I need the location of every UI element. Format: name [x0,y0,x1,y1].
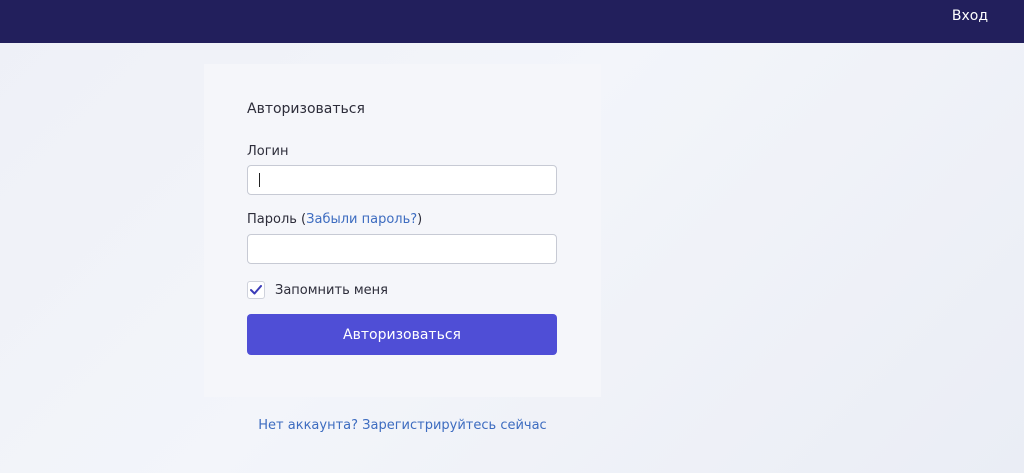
form-title: Авторизоваться [247,101,365,117]
remember-me-label: Запомнить меня [275,282,389,298]
text-cursor [259,173,260,187]
checkmark-icon [250,285,262,295]
login-card: Авторизоваться Логин Пароль (Забыли паро… [204,64,601,397]
submit-button[interactable]: Авторизоваться [247,314,557,355]
password-label-row: Пароль (Забыли пароль?) [247,212,422,227]
password-paren-close: ) [417,212,423,227]
login-input[interactable] [247,165,557,195]
top-navbar: Вход [0,0,1024,43]
password-paren-open: ( [296,212,307,227]
remember-me-row: Запомнить меня [247,280,388,300]
login-label: Логин [247,144,289,159]
register-link[interactable]: Нет аккаунта? Зарегистрируйтесь сейчас [204,418,601,433]
password-label: Пароль [247,212,297,227]
login-field-wrapper [204,165,601,196]
login-nav-link[interactable]: Вход [952,8,988,24]
forgot-password-link[interactable]: Забыли пароль? [306,212,417,227]
remember-me-checkbox[interactable] [247,281,265,299]
password-input[interactable] [247,234,557,264]
